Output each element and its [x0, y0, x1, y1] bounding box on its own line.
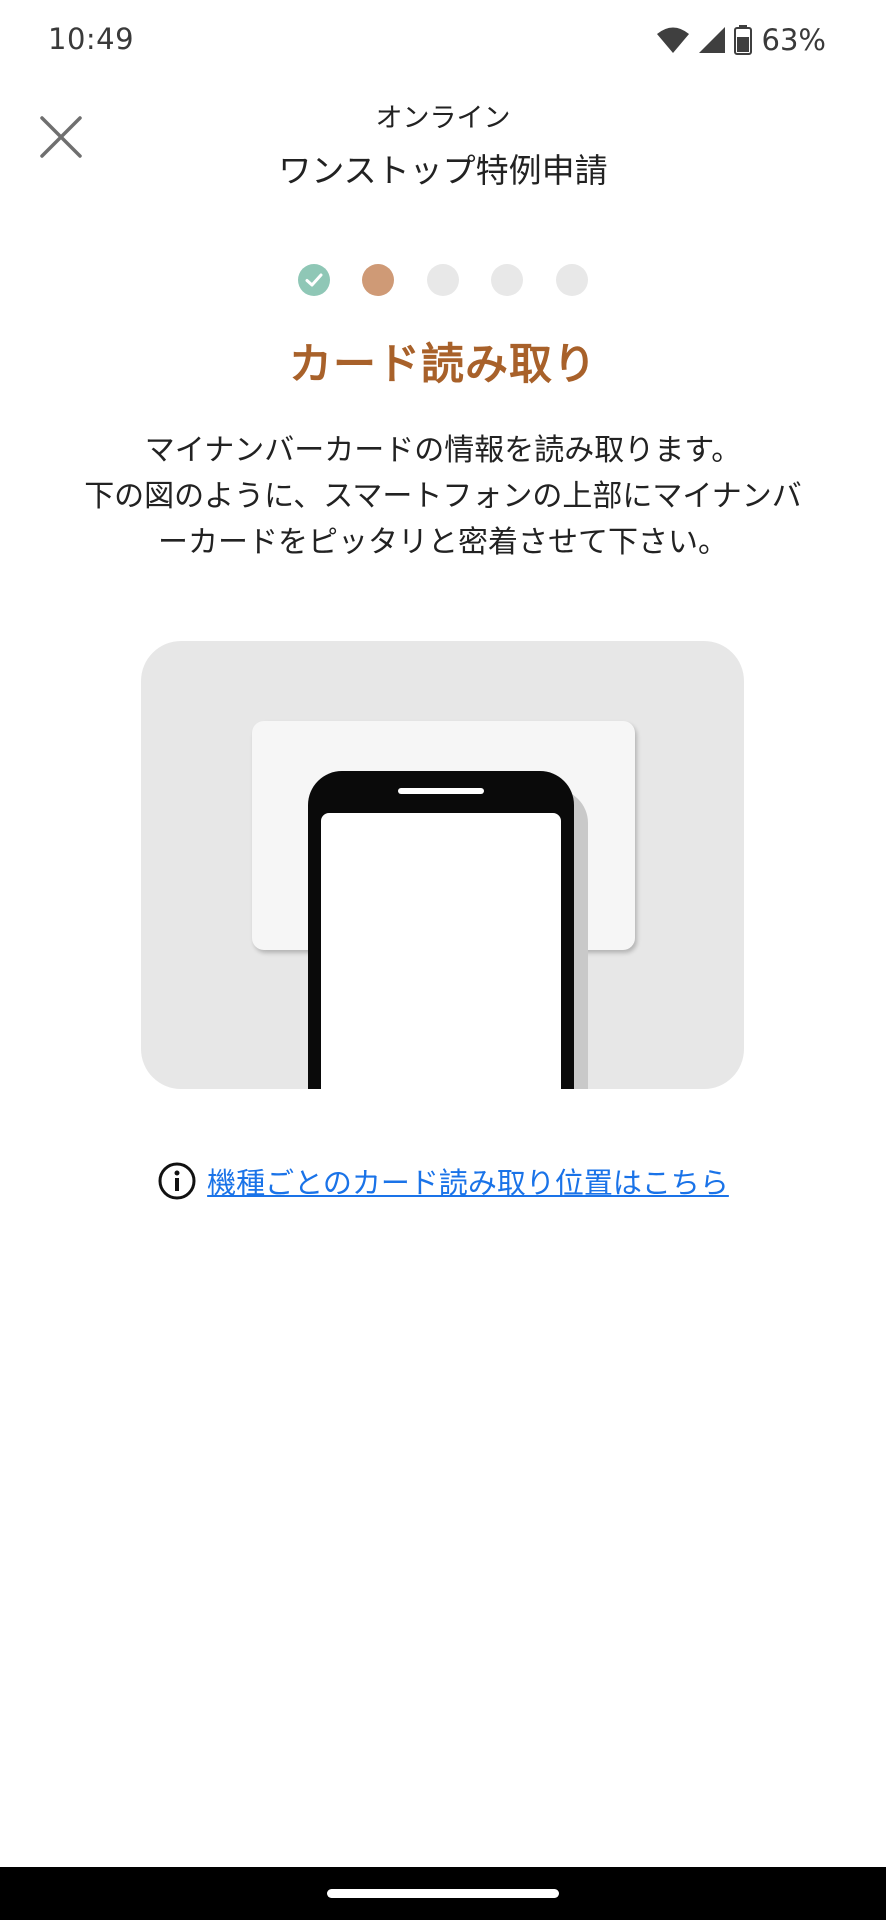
- battery-icon: [733, 25, 752, 55]
- cellular-signal-icon: [698, 27, 725, 53]
- step-4-pending: [491, 264, 523, 296]
- step-5-pending: [556, 264, 588, 296]
- step-1-done: [298, 264, 330, 296]
- phone-speaker: [398, 788, 484, 794]
- card-reading-illustration: [141, 641, 744, 1089]
- phone-screen: [321, 813, 561, 1089]
- step-title: カード読み取り: [289, 340, 597, 390]
- navigation-bar: [0, 1867, 886, 1920]
- status-bar: 10:49 63%: [0, 0, 886, 80]
- battery-percentage: 63%: [761, 23, 826, 57]
- wifi-icon: [656, 27, 689, 53]
- status-time: 10:49: [48, 22, 135, 56]
- checkmark-icon: [305, 273, 323, 287]
- info-icon: [158, 1162, 196, 1200]
- reading-position-link[interactable]: 機種ごとのカード読み取り位置はこちら: [207, 1160, 729, 1202]
- header-subtitle: オンライン: [375, 103, 511, 134]
- instructions-line-3: ーカードをピッタリと密着させて下さい。: [158, 525, 728, 560]
- status-icons: 63%: [656, 22, 826, 58]
- step-2-current: [362, 264, 394, 296]
- instructions-text: マイナンバーカードの情報を読み取ります。 下の図のように、スマートフォンの上部に…: [40, 428, 846, 566]
- instructions-line-2: 下の図のように、スマートフォンの上部にマイナンバ: [84, 479, 802, 514]
- step-3-pending: [427, 264, 459, 296]
- page-title: ワンストップ特例申請: [278, 151, 608, 190]
- instructions-line-1: マイナンバーカードの情報を読み取ります。: [144, 433, 742, 468]
- home-gesture-handle[interactable]: [327, 1889, 559, 1898]
- info-row: 機種ごとのカード読み取り位置はこちら: [0, 1160, 886, 1202]
- progress-stepper: [0, 264, 886, 296]
- phone-icon: [308, 771, 574, 1089]
